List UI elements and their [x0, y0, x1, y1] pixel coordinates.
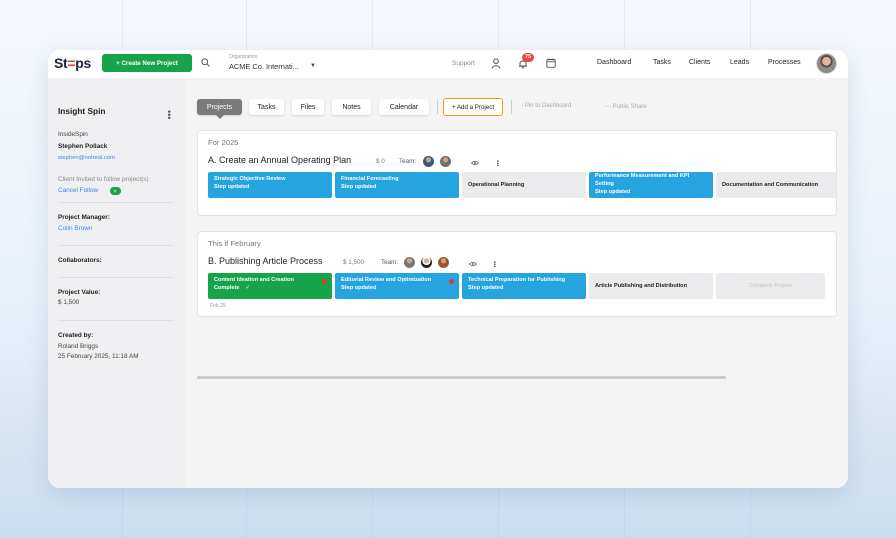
more-options-icon[interactable]: •••: [494, 160, 500, 166]
divider: [58, 277, 174, 278]
project-title[interactable]: B. Publishing Article Process: [208, 256, 323, 266]
team-label: Team:: [381, 259, 399, 266]
divider: [511, 100, 512, 114]
alert-dot: [322, 279, 327, 284]
step-card[interactable]: Financial Forecasting Step updated: [335, 172, 459, 198]
cancel-follow-link[interactable]: Cancel Follow: [58, 187, 98, 194]
divider: [437, 100, 438, 114]
eye-icon[interactable]: [471, 160, 479, 166]
avatar[interactable]: [440, 156, 451, 167]
project-card: For 2025 A. Create an Annual Operating P…: [197, 130, 837, 216]
project-value: $ 0: [376, 158, 385, 165]
check-icon: ✓: [245, 285, 251, 291]
chevron-down-icon[interactable]: ▼: [310, 63, 316, 69]
top-bar: St=ps + Create New Project Organization …: [48, 50, 848, 78]
manager-label: Project Manager:: [58, 214, 110, 221]
calendar-icon[interactable]: [546, 58, 556, 68]
pin-icon: ⧙: [522, 103, 524, 109]
nav-tasks[interactable]: Tasks: [653, 59, 671, 66]
created-by-name: Roland Briggs: [58, 343, 99, 350]
step-card[interactable]: Article Publishing and Distribution: [589, 273, 713, 299]
public-share-button[interactable]: ⋯ Public Share: [605, 103, 647, 110]
divider: [58, 320, 174, 321]
follow-note: Client Invited to follow project(s): [58, 176, 149, 183]
organization-select[interactable]: ACME Co. Internati...: [229, 62, 299, 71]
eye-icon[interactable]: [469, 261, 477, 267]
step-card[interactable]: Technical Preparation for Publishing Step…: [462, 273, 586, 299]
avatar[interactable]: [404, 257, 415, 268]
app-window: St=ps + Create New Project Organization …: [48, 50, 848, 488]
pin-to-dashboard-button[interactable]: ⧙ Pin to Dashboard: [522, 103, 571, 110]
tab-projects[interactable]: Projects: [197, 99, 242, 119]
client-title: Insight Spin: [58, 106, 106, 116]
divider: [58, 245, 174, 246]
nav-processes[interactable]: Processes: [768, 59, 801, 66]
add-project-button[interactable]: + Add a Project: [443, 98, 503, 116]
project-group-label: For 2025: [208, 138, 239, 147]
avatar[interactable]: [816, 53, 837, 74]
nav-leads[interactable]: Leads: [730, 59, 749, 66]
tab-tasks[interactable]: Tasks: [249, 99, 284, 115]
more-options-icon[interactable]: •••: [491, 261, 497, 267]
search-icon[interactable]: [201, 58, 210, 67]
step-card[interactable]: Operational Planning: [462, 172, 586, 198]
organization-label: Organization: [229, 54, 258, 60]
tab-files[interactable]: Files: [292, 99, 324, 115]
project-title[interactable]: A. Create an Annual Operating Plan: [208, 155, 351, 165]
avatar[interactable]: [438, 257, 449, 268]
project-value-label: Project Value:: [58, 289, 101, 296]
created-at: 25 February 2025, 11:18 AM: [58, 353, 139, 360]
support-link[interactable]: Support: [452, 60, 475, 67]
tab-notes[interactable]: Notes: [332, 99, 371, 115]
client-name: Stephen Pollack: [58, 143, 108, 150]
step-card[interactable]: Editorial Review and Optimization Step up…: [335, 273, 459, 299]
step-date: Feb 25: [210, 303, 226, 309]
project-sidebar: Insight Spin ••• InsideSpin Stephen Poll…: [48, 78, 186, 488]
collaborators-label: Collaborators:: [58, 257, 102, 264]
user-icon[interactable]: [491, 58, 501, 69]
project-value-amount: $ 1,500: [58, 299, 80, 306]
complete-project-button[interactable]: Complete Project: [716, 273, 825, 299]
notification-badge: 75: [522, 53, 535, 62]
client-code: InsideSpin: [58, 131, 88, 138]
avatar[interactable]: [421, 257, 432, 268]
step-card[interactable]: Strategic Objective Review Step updated: [208, 172, 332, 198]
created-by-label: Created by:: [58, 332, 94, 339]
tab-calendar[interactable]: Calendar: [379, 99, 429, 115]
client-email[interactable]: stephen@notreal.com: [58, 155, 115, 161]
eye-icon: [110, 187, 121, 195]
project-card: This if February B. Publishing Article P…: [197, 231, 837, 317]
share-icon: ⋯: [605, 104, 611, 110]
step-card[interactable]: Documentation and Communication: [716, 172, 836, 198]
project-group-label: This if February: [208, 239, 261, 248]
nav-dashboard[interactable]: Dashboard: [597, 59, 631, 66]
team-label: Team:: [399, 158, 417, 165]
divider: [58, 202, 174, 203]
main-content: Projects Tasks Files Notes Calendar + Ad…: [186, 78, 848, 488]
step-card[interactable]: Performance Measurement and KPI Setting S…: [589, 172, 713, 198]
alert-dot: [449, 279, 454, 284]
create-new-project-button[interactable]: + Create New Project: [102, 54, 192, 72]
avatar[interactable]: [423, 156, 434, 167]
manager-value[interactable]: Colin Brown: [58, 225, 92, 232]
project-value: $ 1,500: [343, 259, 365, 266]
more-options-icon[interactable]: •••: [164, 110, 174, 119]
logo[interactable]: St=ps: [54, 55, 91, 71]
horizontal-scrollbar[interactable]: [197, 376, 726, 379]
step-card[interactable]: Content Ideation and Creation Complete ✓: [208, 273, 332, 299]
nav-clients[interactable]: Clients: [689, 59, 710, 66]
